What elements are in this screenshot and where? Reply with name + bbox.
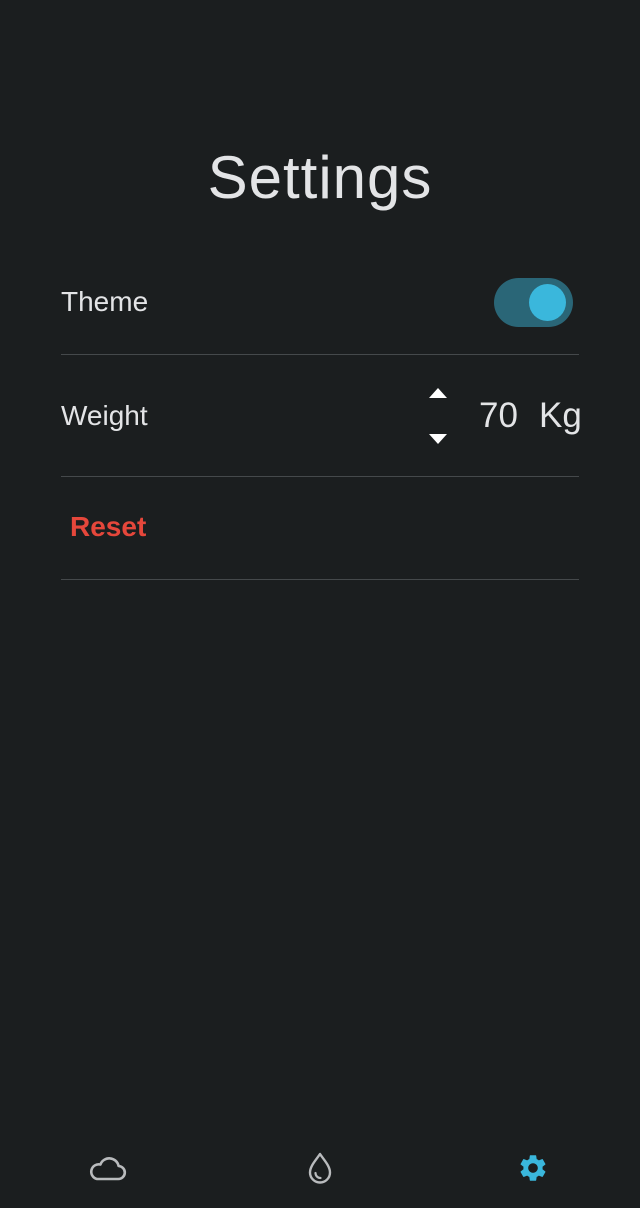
- nav-weather-tab[interactable]: [85, 1146, 129, 1190]
- cloud-icon: [89, 1157, 127, 1181]
- theme-setting-row: Theme: [61, 278, 579, 328]
- weight-label: Weight: [61, 400, 148, 431]
- nav-settings-tab[interactable]: [511, 1146, 555, 1190]
- theme-label: Theme: [61, 286, 149, 317]
- toggle-knob: [529, 284, 566, 321]
- weight-value[interactable]: 70: [479, 396, 518, 436]
- caret-down-icon: [429, 434, 447, 444]
- reset-row: Reset: [61, 505, 579, 551]
- nav-water-tab[interactable]: [298, 1146, 342, 1190]
- weight-unit: Kg: [539, 396, 582, 435]
- weight-stepper[interactable]: [428, 384, 448, 448]
- divider: [61, 579, 579, 580]
- weight-setting-row: Weight 70 Kg: [61, 384, 582, 448]
- decrement-button[interactable]: [428, 430, 448, 448]
- divider: [61, 476, 579, 477]
- gear-icon: [520, 1155, 546, 1181]
- page-title: Settings: [207, 144, 433, 212]
- caret-up-icon: [429, 388, 447, 398]
- increment-button[interactable]: [428, 384, 448, 402]
- bottom-navigation: [0, 1118, 640, 1208]
- water-drop-icon: [308, 1152, 332, 1184]
- reset-button[interactable]: Reset: [70, 509, 146, 545]
- divider: [61, 354, 579, 355]
- theme-toggle[interactable]: [494, 278, 573, 327]
